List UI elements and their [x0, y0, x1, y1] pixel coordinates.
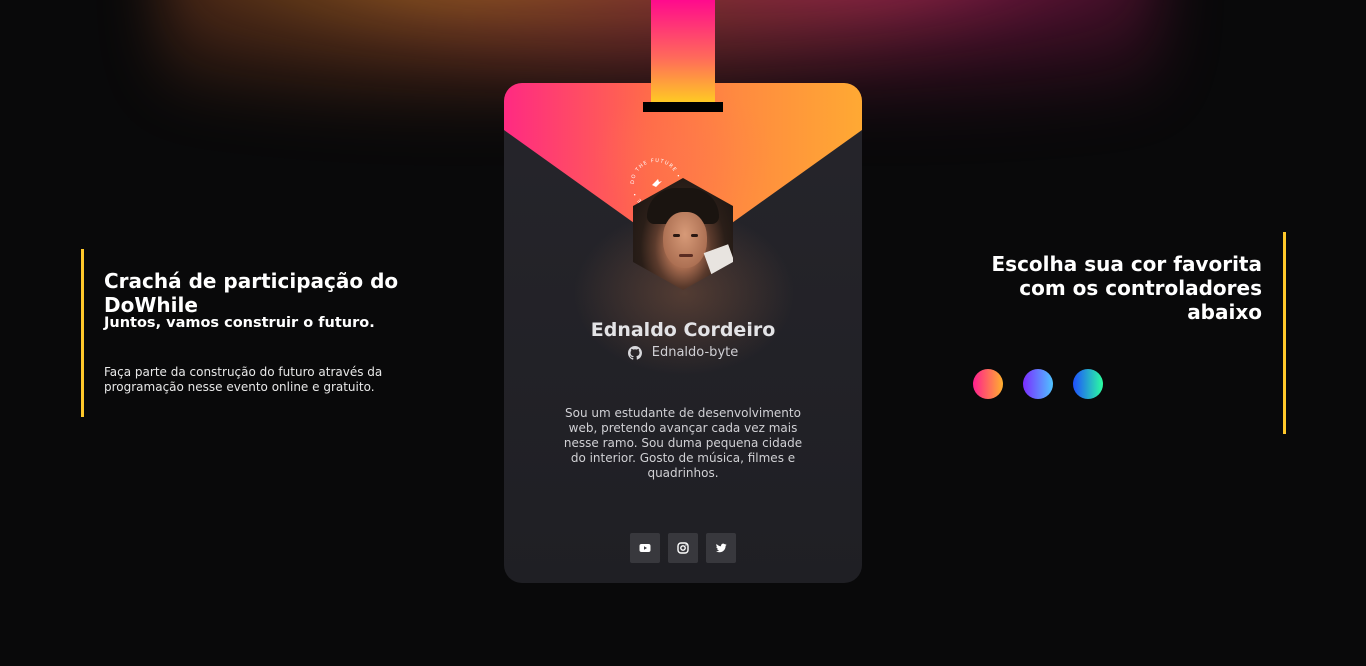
color-picker-heading: Escolha sua cor favorita com os controla… — [991, 252, 1263, 324]
lanyard-clip — [643, 102, 723, 112]
github-username: Ednaldo-byte — [651, 345, 739, 360]
github-icon — [627, 345, 642, 360]
color-swatches — [973, 369, 1103, 399]
color-picker-panel: Escolha sua cor favorita com os controla… — [970, 232, 1286, 434]
instagram-button[interactable] — [668, 533, 698, 563]
left-info-panel: Crachá de participação do DoWhile Juntos… — [81, 249, 411, 417]
badge-card: DO THE FUTURE • DO THE FUTURE • Ednaldo … — [504, 83, 862, 583]
avatar-photo — [633, 178, 733, 290]
youtube-icon — [639, 544, 651, 552]
swatch-blue-green[interactable] — [1073, 369, 1103, 399]
badge-subheading: Juntos, vamos construir o futuro. — [104, 315, 375, 331]
page: Crachá de participação do DoWhile Juntos… — [0, 0, 1366, 666]
social-links — [630, 533, 736, 563]
swatch-purple-blue[interactable] — [1023, 369, 1053, 399]
youtube-button[interactable] — [630, 533, 660, 563]
event-description: Faça parte da construção do futuro atrav… — [104, 365, 383, 394]
avatar — [633, 178, 733, 290]
participant-name: Ednaldo Cordeiro — [590, 319, 776, 341]
participant-bio: Sou um estudante de desenvolvimento web,… — [563, 406, 803, 480]
badge-heading: Crachá de participação do DoWhile — [104, 269, 399, 317]
twitter-button[interactable] — [706, 533, 736, 563]
lanyard-strap — [651, 0, 715, 106]
swatch-pink-orange[interactable] — [973, 369, 1003, 399]
github-link[interactable]: Ednaldo-byte — [504, 345, 862, 360]
instagram-icon — [677, 542, 689, 554]
twitter-icon — [716, 543, 727, 553]
